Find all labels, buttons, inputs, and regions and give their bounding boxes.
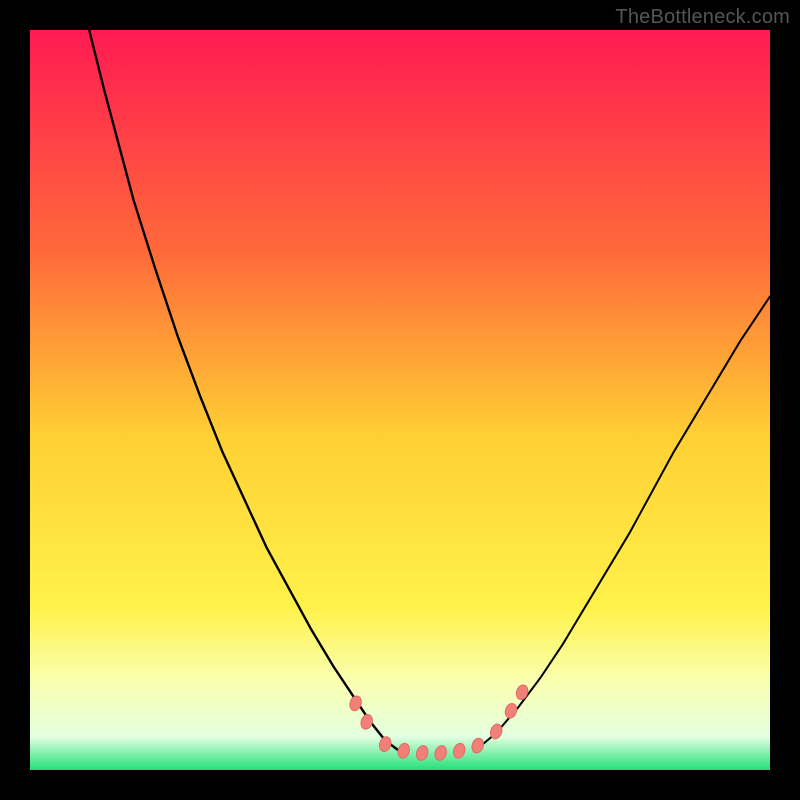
watermark-text: TheBottleneck.com xyxy=(615,6,790,29)
plot-area xyxy=(30,30,770,770)
gradient-background xyxy=(30,30,770,770)
chart-frame: TheBottleneck.com xyxy=(0,0,800,800)
chart-svg xyxy=(30,30,770,770)
